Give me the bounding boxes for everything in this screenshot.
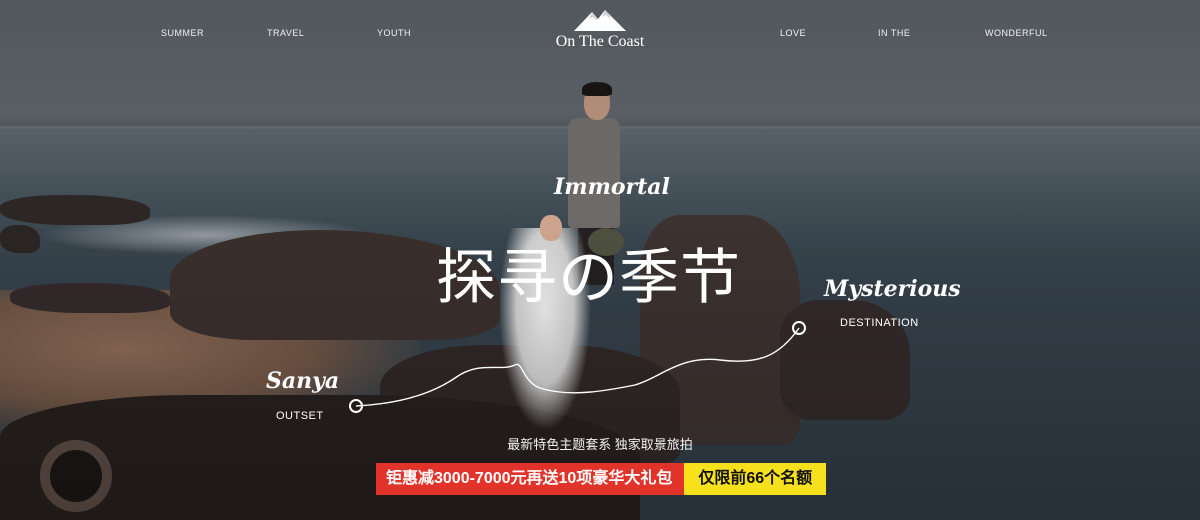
hero-banner: SUMMER TRAVEL YOUTH LOVE IN THE WONDERFU…: [0, 0, 1200, 520]
outset-label: OUTSET: [276, 410, 324, 422]
promo-offer[interactable]: 钜惠减3000-7000元再送10项豪华大礼包: [376, 463, 685, 495]
page-headline: 探寻の季节: [436, 243, 741, 313]
script-title-immortal: Immortal: [554, 174, 670, 200]
promo-limit[interactable]: 仅限前66个名额: [684, 463, 827, 495]
destination-label: DESTINATION: [840, 317, 919, 329]
script-label-mysterious: Mysterious: [824, 276, 961, 302]
tagline: 最新特色主题套系 独家取景旅拍: [507, 437, 693, 452]
script-label-sanya: Sanya: [266, 368, 340, 394]
promo-banner[interactable]: 钜惠减3000-7000元再送10项豪华大礼包 仅限前66个名额: [376, 463, 827, 495]
